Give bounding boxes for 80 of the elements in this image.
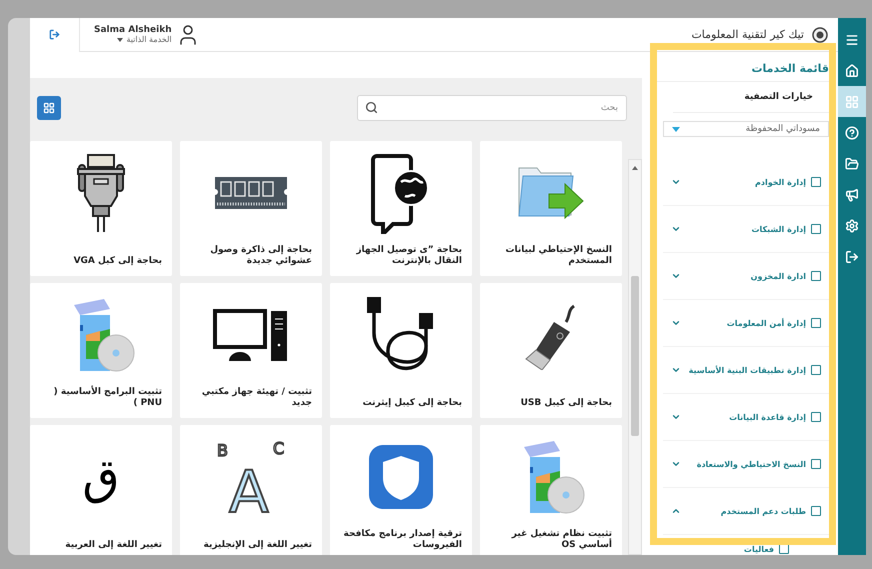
settings-icon [845, 218, 859, 232]
service-card[interactable]: النسخ الإحتياطي لبيانات المستخدم [480, 141, 622, 276]
card-title: بحاجة ”ى توصيل الجهاز النقال بالإنترنت [355, 244, 462, 268]
logout-icon [49, 29, 60, 40]
service-card[interactable]: تثبيت / تهيئة جهاز مكتبي جديد [180, 283, 322, 418]
checkbox[interactable] [811, 318, 821, 328]
service-card[interactable]: ق تغيير اللغة إلى العربية [30, 425, 172, 555]
service-card[interactable]: بحاجة إلى ذاكرة وصول عشوائي جديدة [180, 141, 322, 276]
chevron-down-icon[interactable] [671, 365, 681, 375]
scroll-up-icon[interactable] [631, 164, 639, 172]
card-title: بحاجة إلى كبل VGA [72, 256, 162, 268]
card-title: ترقية إصدار برنامج مكافحة الفيروسات [342, 528, 462, 552]
category-label[interactable]: إدارة أمن المعلومات [726, 318, 806, 328]
category-label[interactable]: النسخ الاحتياطي والاستعادة [696, 460, 806, 468]
search-field[interactable]: بحث [357, 95, 627, 121]
arabic-letter-icon: ق [82, 453, 120, 501]
grid-view-button[interactable] [37, 96, 61, 120]
shield-icon [368, 444, 434, 510]
scrollbar[interactable] [628, 159, 642, 555]
search-icon [365, 101, 378, 114]
logout-icon [845, 250, 859, 264]
service-card[interactable]: بحاجة ”ى توصيل الجهاز النقال بالإنترنت [330, 141, 472, 276]
megaphone-icon [845, 188, 859, 202]
service-card[interactable]: بحاجة إلى كيبل إيثرنت [330, 283, 472, 418]
caret-icon [117, 38, 124, 42]
desktop-computer-icon [213, 307, 289, 363]
checkbox[interactable] [811, 459, 821, 469]
saved-drafts-dropdown[interactable]: مسوداتي المحفوظة [663, 121, 829, 137]
folder-icon [845, 156, 859, 170]
chevron-down-icon[interactable] [671, 224, 681, 234]
chevron-down-icon[interactable] [671, 459, 681, 469]
role-dropdown[interactable]: الخدمة الذاتية [117, 35, 172, 44]
category-label[interactable]: طلبات دعم المستخدم [720, 506, 806, 516]
help-icon [845, 126, 859, 140]
menu-icon [845, 32, 859, 46]
chevron-down-icon[interactable] [671, 271, 681, 281]
card-title: تغيير اللغة إلى الإنجليزية [202, 540, 312, 552]
ram-module-icon [213, 175, 289, 211]
card-title: بحاجة إلى ذاكرة وصول عشوائي جديدة [209, 244, 312, 268]
chevron-down-icon[interactable] [671, 412, 681, 422]
card-title: النسخ الإحتياطي لبيانات المستخدم [504, 244, 612, 268]
panel-title: قائمة الخدمات [657, 62, 829, 82]
checkbox[interactable] [811, 271, 821, 281]
organization-name: تيك كير لتقنية المعلومات [691, 28, 804, 41]
logo-icon [812, 26, 828, 42]
home-icon [845, 64, 859, 78]
checkbox[interactable] [811, 177, 821, 187]
grid-icon [845, 94, 859, 108]
vga-plug-icon [76, 153, 126, 233]
category-label[interactable]: ادارة المخزون [750, 272, 806, 280]
service-card[interactable]: بحاجة إلى كبل VGA [30, 141, 172, 276]
letters-abc-icon: B A C [213, 436, 289, 518]
category-label[interactable]: إدارة الشبكات [751, 224, 806, 234]
checkbox[interactable] [811, 506, 821, 516]
card-title: تثبيت / تهيئة جهاز مكتبي جديد [200, 386, 312, 410]
card-title: تثبيت البرامج الأساسية ( PNU ) [52, 386, 162, 410]
category-label[interactable]: إدارة تطبيقات البنية الأساسية [688, 366, 806, 374]
chevron-down-icon[interactable] [671, 177, 681, 187]
service-card[interactable]: تثبيت نظام تشغيل غير أساسي OS [480, 425, 622, 555]
user-name: Salma Alsheikh [94, 25, 172, 35]
checkbox[interactable] [811, 224, 821, 234]
checkbox[interactable] [811, 365, 821, 375]
caret-icon [672, 126, 680, 132]
card-title: تثبيت نظام تشغيل غير أساسي OS [510, 528, 612, 552]
category-label[interactable]: إدارة الخوادم [755, 178, 806, 186]
service-card[interactable]: تثبيت البرامج الأساسية ( PNU ) [30, 283, 172, 418]
checkbox[interactable] [779, 544, 789, 554]
category-label[interactable]: فعاليات [744, 544, 774, 554]
chevron-down-icon[interactable] [671, 318, 681, 328]
chevron-up-icon[interactable] [671, 506, 681, 516]
service-card[interactable]: بحاجة إلى كيبل USB [480, 283, 622, 418]
checkbox[interactable] [811, 412, 821, 422]
filter-heading: خيارات التصفية [673, 82, 829, 113]
grid-icon [43, 102, 55, 114]
card-title: تغيير اللغة إلى العربية [64, 540, 162, 552]
service-card[interactable]: ترقية إصدار برنامج مكافحة الفيروسات [330, 425, 472, 555]
category-label[interactable]: إدارة قاعدة البيانات [729, 412, 806, 422]
scrollbar-thumb[interactable] [631, 276, 639, 436]
card-title: بحاجة إلى كيبل USB [520, 398, 612, 410]
card-title: بحاجة إلى كيبل إيثرنت [362, 398, 462, 410]
